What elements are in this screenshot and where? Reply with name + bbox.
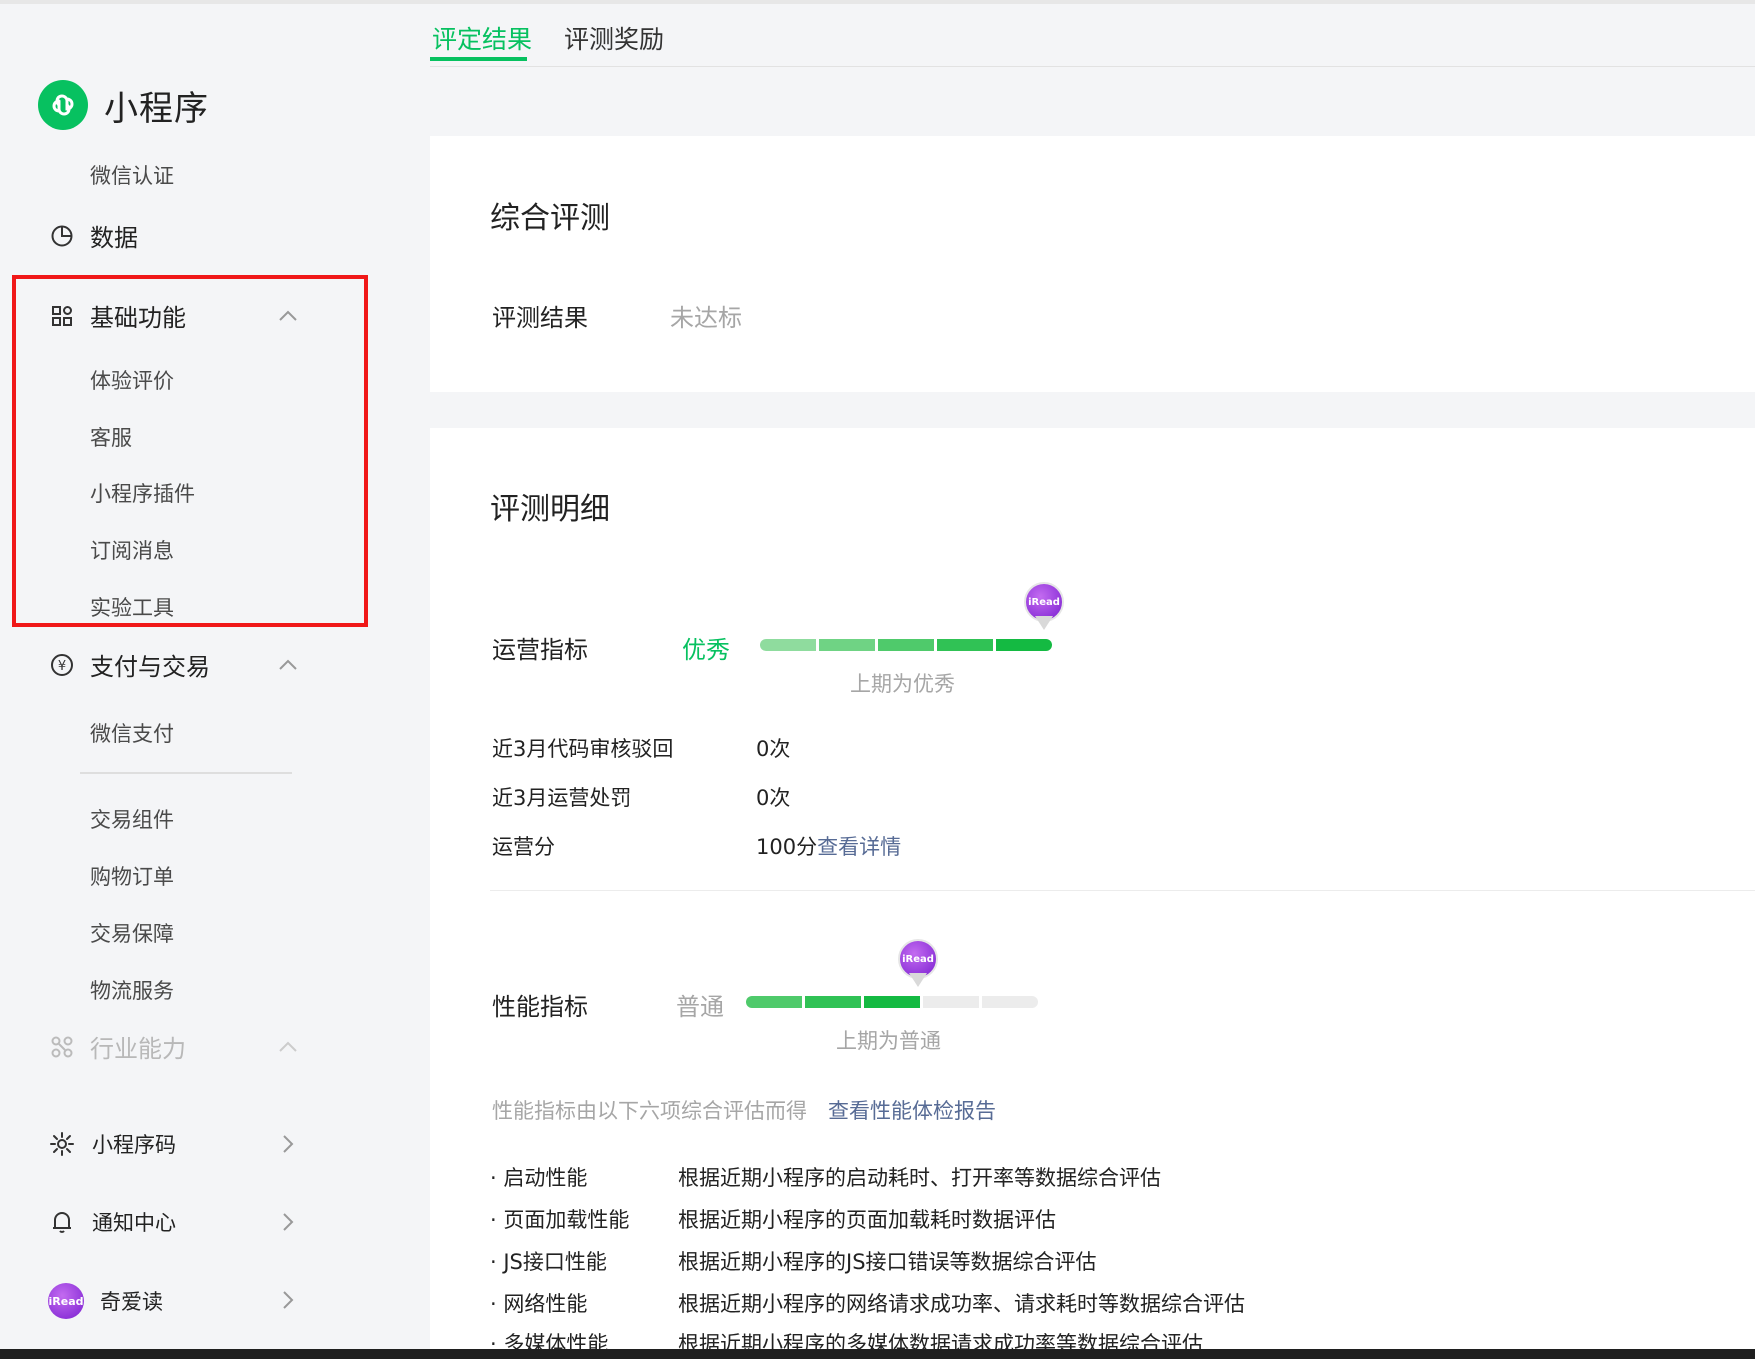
tab-active-indicator [430, 57, 527, 61]
result-value: 未达标 [670, 304, 742, 332]
perf-item-desc: 根据近期小程序的网络请求成功率、请求耗时等数据综合评估 [678, 1292, 1245, 1316]
mini-program-logo-icon [38, 80, 88, 130]
perf-item-desc: 根据近期小程序的启动耗时、打开率等数据综合评估 [678, 1166, 1161, 1190]
sidebar-item-qrcode[interactable]: 小程序码 [48, 1129, 176, 1159]
ops-row-label: 运营分 [492, 835, 555, 859]
ops-pin-marker: iRead [1024, 582, 1064, 634]
overall-title: 综合评测 [490, 201, 610, 236]
perf-note: 性能指标由以下六项综合评估而得 [492, 1099, 807, 1123]
tab-reward[interactable]: 评测奖励 [564, 20, 664, 56]
perf-item-name: · 网络性能 [490, 1292, 588, 1316]
chevron-up-icon[interactable] [276, 653, 300, 677]
perf-pin-marker: iRead [898, 939, 938, 991]
chevron-right-icon[interactable] [276, 1132, 300, 1156]
sidebar-item-account[interactable]: iRead 奇爱读 [48, 1283, 163, 1319]
view-details-link[interactable]: 查看详情 [817, 835, 901, 859]
sidebar-item-label: 通知中心 [92, 1211, 176, 1235]
tab-bar: 评定结果 评测奖励 [430, 4, 1755, 67]
detail-title: 评测明细 [490, 492, 610, 527]
highlight-box [12, 275, 368, 627]
perf-item-desc: 根据近期小程序的JS接口错误等数据综合评估 [678, 1250, 1097, 1274]
detail-card: 评测明细 运营指标 优秀 iRead 上期为优秀 近3月代码审核驳回 0次 近3… [430, 428, 1755, 1356]
brand[interactable]: 小程序 [38, 80, 209, 130]
progress-segment-filled [864, 996, 920, 1008]
sidebar-divider [80, 772, 292, 774]
sidebar-group-label: 行业能力 [90, 1035, 186, 1063]
pin-tail [1035, 616, 1053, 630]
section-divider [490, 890, 1755, 891]
ops-row-label: 近3月代码审核驳回 [492, 737, 674, 761]
ops-score-row: 100分查看详情 [756, 831, 901, 861]
perf-item-name: · 页面加载性能 [490, 1208, 630, 1232]
sidebar-item-wechat-cert[interactable]: 微信认证 [90, 160, 174, 190]
perf-last-period: 上期为普通 [836, 1029, 941, 1053]
sidebar-item-orders[interactable]: 购物订单 [90, 861, 174, 891]
bell-icon [48, 1208, 76, 1236]
sidebar-item-label: 数据 [90, 224, 138, 252]
industry-icon [48, 1033, 76, 1061]
perf-item-name: · JS接口性能 [490, 1250, 607, 1274]
pin-tail [909, 973, 927, 987]
svg-text:¥: ¥ [58, 659, 66, 674]
perf-item-desc: 根据近期小程序的页面加载耗时数据评估 [678, 1208, 1056, 1232]
ops-label: 运营指标 [492, 636, 588, 664]
progress-segment-filled [819, 639, 875, 651]
sidebar-group-pay[interactable]: ¥ 支付与交易 [48, 647, 210, 682]
chevron-right-icon[interactable] [276, 1210, 300, 1234]
ops-row-value: 0次 [756, 737, 791, 761]
sidebar-item-label: 小程序码 [92, 1133, 176, 1157]
progress-segment-empty [923, 996, 979, 1008]
tab-result[interactable]: 评定结果 [432, 20, 532, 56]
perf-report-link[interactable]: 查看性能体检报告 [828, 1095, 996, 1125]
sidebar-item-wechat-pay[interactable]: 微信支付 [90, 718, 174, 748]
overall-card: 综合评测 评测结果 未达标 [430, 136, 1755, 392]
ops-level: 优秀 [682, 636, 730, 664]
chevron-up-icon[interactable] [276, 1035, 300, 1059]
progress-segment-filled [937, 639, 993, 651]
ops-row-label: 近3月运营处罚 [492, 786, 632, 810]
sidebar-item-notify[interactable]: 通知中心 [48, 1207, 176, 1237]
pie-chart-icon [48, 222, 76, 250]
progress-segment-filled [760, 639, 816, 651]
ops-last-period: 上期为优秀 [850, 672, 955, 696]
avatar: iRead [48, 1283, 84, 1319]
ops-progress-bar [760, 639, 1052, 651]
sidebar-item-trade-guarantee[interactable]: 交易保障 [90, 918, 174, 948]
sidebar-group-industry[interactable]: 行业能力 [48, 1029, 186, 1064]
yen-icon: ¥ [48, 651, 76, 679]
ops-row-value: 0次 [756, 786, 791, 810]
sidebar-item-trade-component[interactable]: 交易组件 [90, 804, 174, 834]
result-label: 评测结果 [492, 304, 588, 332]
perf-label: 性能指标 [492, 993, 588, 1021]
sidebar: 小程序 微信认证 数据 基础功能 体验评价 客服 小程序插件 订阅消息 实验工具… [0, 4, 430, 1349]
window-bottom-bar [0, 1349, 1755, 1359]
ops-score-value: 100分 [756, 835, 818, 859]
sidebar-group-label: 支付与交易 [90, 653, 210, 681]
perf-progress-bar [746, 996, 1038, 1008]
sidebar-item-data[interactable]: 数据 [48, 218, 138, 253]
account-name: 奇爱读 [100, 1290, 163, 1314]
brand-title: 小程序 [104, 88, 209, 129]
sidebar-item-logistics[interactable]: 物流服务 [90, 975, 174, 1005]
progress-segment-empty [982, 996, 1038, 1008]
chevron-right-icon[interactable] [276, 1288, 300, 1312]
perf-item-name: · 启动性能 [490, 1166, 588, 1190]
progress-segment-filled [805, 996, 861, 1008]
progress-segment-filled [996, 639, 1052, 651]
progress-segment-filled [878, 639, 934, 651]
progress-segment-filled [746, 996, 802, 1008]
qrcode-sun-icon [48, 1130, 76, 1158]
perf-level: 普通 [676, 993, 724, 1021]
